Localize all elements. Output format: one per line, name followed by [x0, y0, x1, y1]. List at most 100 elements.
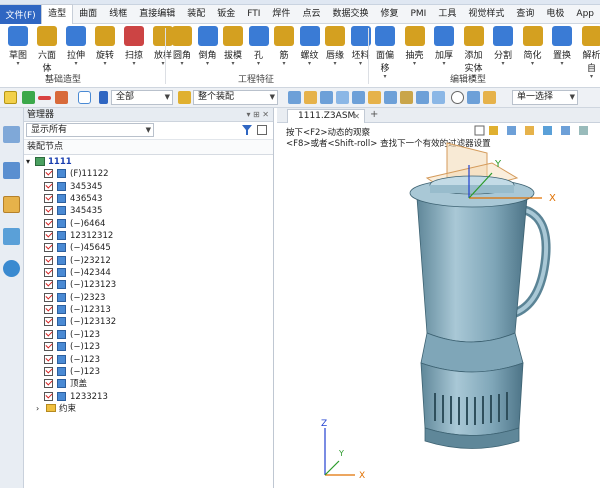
tree-node[interactable]: (−)42344 — [24, 267, 274, 279]
undo-icon[interactable] — [451, 91, 464, 104]
tree-node[interactable]: 顶盖 — [24, 378, 274, 390]
visibility-checkbox[interactable] — [44, 391, 53, 401]
tree-node[interactable]: (−)2323 — [24, 292, 274, 304]
dropdown-caret-icon[interactable]: ▾ — [196, 61, 220, 67]
history-tab-icon[interactable] — [3, 162, 20, 179]
tree-node[interactable]: 12312312 — [24, 230, 274, 242]
ribbon-button-thread[interactable]: 螺纹 ▾ — [298, 26, 322, 67]
view-tool-icon-3[interactable] — [320, 91, 333, 104]
tree-constraints-node[interactable]: › 约束 — [24, 403, 274, 415]
menu-tab-item[interactable]: 修复 — [374, 5, 404, 24]
view-tool-icon-11[interactable] — [467, 91, 480, 104]
ribbon-button-shell[interactable]: 抽壳 ▾ — [403, 26, 427, 67]
dropdown-caret-icon[interactable]: ▾ — [122, 61, 146, 67]
visibility-checkbox[interactable] — [44, 181, 53, 191]
visibility-checkbox[interactable] — [44, 255, 53, 265]
visibility-checkbox[interactable] — [44, 379, 53, 389]
tree-node[interactable]: 345435 — [24, 205, 274, 217]
selection-mode-combo[interactable]: 单一选择 ▼ — [512, 90, 578, 105]
user-tab-icon[interactable] — [3, 260, 20, 277]
view-tool-icon-5[interactable] — [352, 91, 365, 104]
menu-tab-item[interactable]: 查询 — [510, 5, 540, 24]
view-tool-icon-10[interactable] — [432, 91, 445, 104]
tree-node[interactable]: (−)123 — [24, 329, 274, 341]
tree-node[interactable]: (−)123 — [24, 341, 274, 353]
ribbon-button-hole[interactable]: 孔 ▾ — [247, 26, 271, 67]
visibility-checkbox[interactable] — [44, 366, 53, 376]
visibility-checkbox[interactable] — [44, 342, 53, 352]
panel-options-icon[interactable] — [257, 125, 267, 135]
dropdown-caret-icon[interactable]: ▾ — [491, 61, 515, 67]
visibility-checkbox[interactable] — [44, 317, 53, 327]
ribbon-button-sketch[interactable]: 草图 ▾ — [6, 26, 30, 67]
assembly-scope-combo[interactable]: 整个装配 ▼ — [193, 90, 278, 105]
remove-icon[interactable] — [38, 96, 51, 100]
dropdown-caret-icon[interactable]: ▾ — [221, 61, 245, 67]
expand-icon[interactable]: › — [36, 403, 39, 415]
file-menu-button[interactable]: 文件(F) — [0, 4, 42, 24]
view-tool-icon-8[interactable] — [400, 91, 413, 104]
funnel-icon[interactable] — [242, 125, 252, 135]
visibility-checkbox[interactable] — [44, 206, 53, 216]
tree-node[interactable]: (F)11122 — [24, 168, 274, 180]
menu-tab-item[interactable]: 线框 — [103, 5, 133, 24]
ribbon-button-analyze[interactable]: 解析自 ▾ — [580, 26, 600, 80]
visibility-checkbox[interactable] — [44, 305, 53, 315]
visibility-checkbox[interactable] — [44, 231, 53, 241]
menu-tab-item[interactable]: FTI — [241, 5, 266, 24]
ribbon-button-extrude[interactable]: 拉伸 ▾ — [64, 26, 88, 67]
dropdown-caret-icon[interactable]: ▾ — [93, 61, 117, 67]
tree-node[interactable]: (−)45645 — [24, 242, 274, 254]
view-tool-icon-6[interactable] — [368, 91, 381, 104]
menu-tab-item[interactable]: 曲面 — [73, 5, 103, 24]
menu-tab-item[interactable]: 直接编辑 — [133, 5, 181, 24]
ribbon-button-lip[interactable]: 唇缘 ▾ — [323, 26, 347, 67]
ribbon-button-revolve[interactable]: 旋转 ▾ — [93, 26, 117, 67]
dropdown-caret-icon[interactable]: ▾ — [247, 61, 271, 67]
image-tab-icon[interactable] — [3, 228, 20, 245]
model-viewport[interactable]: X Y Z X Y — [277, 123, 600, 488]
menu-tab-item[interactable]: 装配 — [181, 5, 211, 24]
visibility-checkbox[interactable] — [44, 329, 53, 339]
add-icon[interactable] — [22, 91, 35, 104]
tree-node[interactable]: 345345 — [24, 181, 274, 193]
parts-tab-icon[interactable] — [3, 196, 20, 213]
tree-node[interactable]: (−)23212 — [24, 255, 274, 267]
assembly-icon[interactable] — [178, 91, 191, 104]
filter-combo[interactable]: 全部 ▼ — [111, 90, 173, 105]
document-tab[interactable]: 1111.Z3ASM ✕ — [287, 109, 365, 123]
select-arrow-icon[interactable] — [4, 91, 17, 104]
visibility-checkbox[interactable] — [44, 169, 53, 179]
visibility-checkbox[interactable] — [44, 268, 53, 278]
visibility-checkbox[interactable] — [44, 280, 53, 290]
tree-node[interactable]: (−)123132 — [24, 316, 274, 328]
dropdown-caret-icon[interactable]: ▾ — [298, 61, 322, 67]
tree-node[interactable]: 1233213 — [24, 391, 274, 403]
tree-node[interactable]: (−)123 — [24, 366, 274, 378]
panel-buttons[interactable]: ▾ ⊞ ✕ — [246, 108, 269, 122]
view-tool-icon-1[interactable] — [288, 91, 301, 104]
ribbon-button-face-offset[interactable]: 面偏移 ▾ — [373, 26, 397, 80]
ribbon-button-sweep[interactable]: 扫掠 ▾ — [122, 26, 146, 67]
filter-icon[interactable] — [99, 91, 108, 104]
dropdown-caret-icon[interactable]: ▾ — [170, 61, 194, 67]
dropdown-caret-icon[interactable]: ▾ — [6, 61, 30, 67]
dropdown-caret-icon[interactable]: ▾ — [521, 61, 545, 67]
tree-node[interactable]: (−)6464 — [24, 218, 274, 230]
collapse-icon[interactable]: ▾ — [26, 156, 30, 168]
ribbon-button-rib[interactable]: 筋 ▾ — [272, 26, 296, 67]
dropdown-caret-icon[interactable]: ▾ — [432, 61, 456, 67]
dropdown-caret-icon[interactable]: ▾ — [323, 61, 347, 67]
ribbon-button-split[interactable]: 分割 ▾ — [491, 26, 515, 67]
visibility-checkbox[interactable] — [44, 292, 53, 302]
tree-node[interactable]: (−)123 — [24, 354, 274, 366]
menu-tab-item[interactable]: 焊件 — [266, 5, 296, 24]
menu-tab-item[interactable]: 工具 — [432, 5, 462, 24]
view-tool-icon-4[interactable] — [336, 91, 349, 104]
dropdown-caret-icon[interactable]: ▾ — [373, 74, 397, 80]
dropdown-caret-icon[interactable]: ▾ — [580, 74, 600, 80]
ribbon-button-draft[interactable]: 拔模 ▾ — [221, 26, 245, 67]
visibility-checkbox[interactable] — [44, 243, 53, 253]
menu-tab-item[interactable]: 点云 — [296, 5, 326, 24]
assembly-tree-tab-icon[interactable] — [3, 126, 20, 143]
